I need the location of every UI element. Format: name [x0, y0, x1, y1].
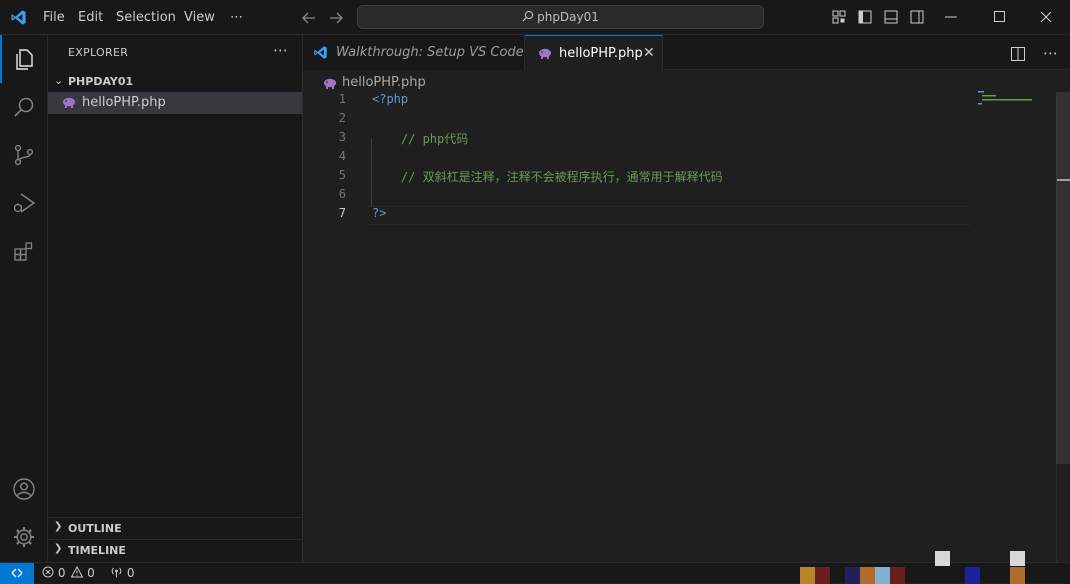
menu-file[interactable]: File [43, 10, 65, 25]
vscode-logo-icon [11, 10, 26, 25]
menu-view[interactable]: View [184, 10, 215, 25]
folder-phpday01[interactable]: ⌄ PHPDAY01 [48, 72, 302, 92]
sidebar-title: EXPLORER [68, 46, 129, 59]
arrow-left-icon[interactable] [302, 11, 316, 25]
close-icon[interactable]: ✕ [643, 45, 655, 61]
file-hellophp[interactable]: helloPHP.php [48, 92, 302, 114]
panel-timeline[interactable]: ❯ TIMELINE [48, 539, 302, 561]
activity-extensions[interactable] [0, 227, 48, 275]
tab-walkthrough[interactable]: Walkthrough: Setup VS Code [303, 35, 525, 70]
activity-manage[interactable] [0, 513, 48, 561]
activity-search[interactable] [0, 83, 48, 131]
remote-icon [11, 568, 23, 578]
warning-count: 0 [87, 566, 95, 580]
code-line[interactable]: <?php [372, 92, 408, 106]
editor-tabs: Walkthrough: Setup VS Code helloPHP.php … [303, 35, 1070, 70]
arrow-right-icon[interactable] [329, 11, 343, 25]
command-center-label: phpDay01 [537, 10, 599, 24]
activity-run-debug[interactable] [0, 179, 48, 227]
close-window-icon[interactable] [1040, 11, 1052, 23]
php-elephant-icon [539, 48, 551, 59]
activity-bar [0, 35, 48, 562]
search-icon [14, 97, 34, 117]
file-label: helloPHP.php [82, 95, 166, 110]
status-bar: 0 0 0 [0, 551, 1070, 584]
run-debug-icon [13, 193, 36, 213]
line-number: 5 [338, 168, 346, 182]
line-number: 1 [338, 92, 346, 106]
menu-edit[interactable]: Edit [78, 10, 103, 25]
editor-actions: ⋯ [1010, 44, 1058, 65]
search-icon [522, 10, 534, 22]
code-line[interactable]: ?> [372, 206, 386, 220]
panel-outline[interactable]: ❯ OUTLINE [48, 517, 302, 539]
code-line[interactable]: // 双斜杠是注释，注释不会被程序执行，通常用于解释代码 [372, 168, 723, 185]
outline-label: OUTLINE [68, 522, 122, 535]
editor-area: Walkthrough: Setup VS Code helloPHP.php … [303, 35, 1070, 562]
title-bar: File Edit Selection View ⋯ phpDay01 [0, 0, 1070, 35]
account-icon [13, 478, 35, 500]
command-center-search[interactable]: phpDay01 [357, 5, 764, 29]
ports-indicator[interactable]: 0 [110, 566, 134, 580]
menu-more[interactable]: ⋯ [230, 10, 243, 25]
tab-label: helloPHP.php [559, 46, 643, 61]
line-number: 7 [338, 206, 346, 220]
minimap[interactable] [976, 89, 1056, 129]
maximize-icon[interactable] [994, 11, 1005, 22]
php-elephant-icon [63, 97, 75, 108]
activity-explorer[interactable] [0, 35, 48, 83]
minimize-icon[interactable] [945, 16, 957, 18]
remote-indicator[interactable] [0, 563, 34, 584]
timeline-label: TIMELINE [68, 544, 126, 557]
activity-accounts[interactable] [0, 465, 48, 513]
folder-label: PHPDAY01 [68, 75, 134, 88]
scrollbar-cursor-marker [1057, 179, 1070, 181]
line-number: 3 [338, 130, 346, 144]
error-icon [42, 566, 54, 578]
ports-count: 0 [126, 566, 135, 580]
tab-label: Walkthrough: Setup VS Code [336, 45, 524, 60]
warning-icon [70, 565, 84, 578]
code-line[interactable]: // php代码 [372, 130, 468, 147]
editor-more-actions[interactable]: ⋯ [1043, 44, 1058, 62]
vscode-logo-icon [314, 46, 327, 59]
toggle-secondary-sidebar-icon[interactable] [910, 10, 924, 24]
toggle-panel-icon[interactable] [884, 10, 898, 24]
source-control-icon [14, 144, 34, 166]
customize-layout-icon[interactable] [832, 10, 846, 24]
active-indicator [0, 35, 2, 83]
line-number: 6 [338, 187, 346, 201]
scrollbar-thumb[interactable] [1056, 92, 1070, 464]
sidebar-more-actions[interactable]: ⋯ [273, 41, 288, 59]
activity-source-control[interactable] [0, 131, 48, 179]
line-number: 2 [338, 111, 346, 125]
current-line-highlight [368, 206, 970, 225]
files-icon [16, 49, 33, 70]
chevron-right-icon: ❯ [54, 521, 63, 532]
tab-hellophp[interactable]: helloPHP.php ✕ [525, 35, 663, 70]
gear-icon [14, 527, 34, 547]
broadcast-icon [111, 567, 122, 578]
line-number: 4 [338, 149, 346, 163]
chevron-right-icon: ❯ [54, 543, 63, 554]
toggle-primary-sidebar-icon[interactable] [858, 10, 872, 24]
error-count: 0 [57, 566, 66, 580]
breadcrumb-file: helloPHP.php [342, 75, 426, 90]
chevron-down-icon: ⌄ [54, 74, 64, 87]
split-editor-icon[interactable] [1010, 47, 1025, 61]
extensions-icon [14, 242, 33, 261]
php-elephant-icon [324, 78, 336, 89]
explorer-sidebar: EXPLORER ⋯ ⌄ PHPDAY01 helloPHP.php ❯ OUT… [48, 35, 303, 562]
menu-selection[interactable]: Selection [116, 10, 176, 25]
problems-indicator[interactable]: 0 0 [42, 565, 95, 580]
